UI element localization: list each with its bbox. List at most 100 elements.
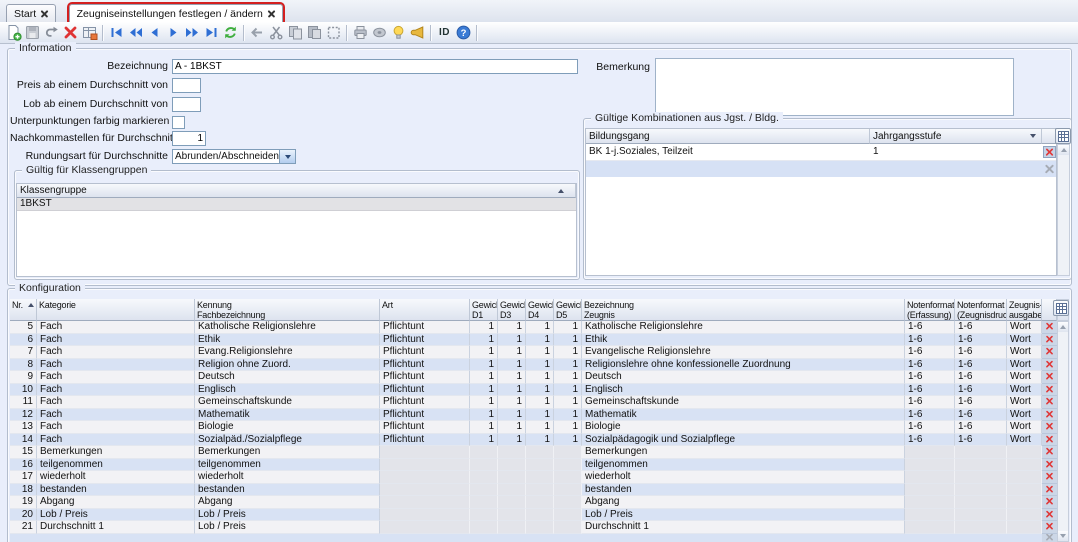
data-table-icon[interactable]	[80, 24, 99, 42]
delete-row-button[interactable]	[1042, 409, 1057, 422]
col-header-klassengruppe[interactable]: Klassengruppe	[17, 184, 576, 198]
table-row[interactable]: 16teilgenommenteilgenommenteilgenommen	[10, 459, 1057, 472]
table-row[interactable]: 14FachSozialpäd./SozialpflegePflichtunt1…	[10, 434, 1057, 447]
save-icon[interactable]	[23, 24, 42, 42]
delete-cell	[1042, 144, 1056, 160]
back-icon[interactable]	[248, 24, 267, 42]
table-row[interactable]: 13FachBiologiePflichtunt1111Biologie1-61…	[10, 421, 1057, 434]
delete-row-button[interactable]	[1042, 521, 1057, 534]
scroll-up-button[interactable]	[1058, 145, 1069, 155]
delete-row-button[interactable]	[1042, 446, 1057, 459]
table-row[interactable]: 7FachEvang.ReligionslehrePflichtunt1111E…	[10, 346, 1057, 359]
lob-input[interactable]	[172, 97, 201, 112]
paste-icon[interactable]	[305, 24, 324, 42]
go-next-icon[interactable]	[164, 24, 183, 42]
delete-row-button[interactable]	[1042, 484, 1057, 497]
close-icon[interactable]	[268, 10, 275, 17]
cell-art: Pflichtunt	[380, 359, 470, 372]
delete-record-icon[interactable]	[61, 24, 80, 42]
delete-row-button[interactable]	[1042, 471, 1057, 484]
table-row[interactable]: 10FachEnglischPflichtunt1111Englisch1-61…	[10, 384, 1057, 397]
col-header-nr[interactable]: Nr.	[10, 299, 37, 321]
scroll-up-button[interactable]	[1058, 322, 1068, 332]
col-header-d5[interactable]: GewichtD5	[554, 299, 582, 321]
kombinationen-scrollbar[interactable]	[1057, 144, 1070, 276]
bemerkung-textarea[interactable]	[655, 58, 1014, 116]
col-header-d4[interactable]: GewichtD4	[526, 299, 554, 321]
record-icon[interactable]	[370, 24, 389, 42]
go-previous-icon[interactable]	[145, 24, 164, 42]
col-header-kennung[interactable]: KennungFachbezeichnung	[195, 299, 380, 321]
table-row[interactable]: 1BKST	[17, 198, 576, 211]
scroll-down-button[interactable]	[1058, 531, 1068, 541]
col-header-nf_druck[interactable]: Notenformat(Zeugnisdruck)	[955, 299, 1007, 321]
tab-start[interactable]: Start	[6, 4, 56, 22]
table-row-empty[interactable]	[10, 534, 1057, 542]
delete-row-button[interactable]	[1042, 346, 1057, 359]
dropdown-button[interactable]	[279, 150, 295, 163]
preis-input[interactable]	[172, 78, 201, 93]
delete-row-button[interactable]	[1042, 359, 1057, 372]
print-icon[interactable]	[351, 24, 370, 42]
table-row[interactable]: 21Durchschnitt 1Lob / PreisDurchschnitt …	[10, 521, 1057, 534]
table-row[interactable]: 20Lob / PreisLob / PreisLob / Preis	[10, 509, 1057, 522]
cell-d5: 1	[554, 371, 582, 384]
delete-row-button[interactable]	[1042, 384, 1057, 397]
notification-icon[interactable]	[408, 24, 427, 42]
delete-row-button[interactable]	[1042, 396, 1057, 409]
close-icon[interactable]	[41, 10, 48, 17]
undo-icon[interactable]	[42, 24, 61, 42]
delete-row-button[interactable]	[1042, 434, 1057, 447]
delete-row-button[interactable]	[1042, 371, 1057, 384]
copy-icon[interactable]	[286, 24, 305, 42]
cut-icon[interactable]	[267, 24, 286, 42]
help-icon[interactable]: ?	[454, 24, 473, 42]
table-row[interactable]: 8FachReligion ohne Zuord.Pflichtunt1111R…	[10, 359, 1057, 372]
table-row[interactable]: 9FachDeutschPflichtunt1111Deutsch1-61-6W…	[10, 371, 1057, 384]
table-row[interactable]: 6FachEthikPflichtunt1111Ethik1-61-6Wort	[10, 334, 1057, 347]
refresh-icon[interactable]	[221, 24, 240, 42]
delete-row-button[interactable]	[1042, 421, 1057, 434]
go-fast-back-icon[interactable]	[126, 24, 145, 42]
col-header-d3[interactable]: GewichtD3	[498, 299, 526, 321]
table-row[interactable]: 15BemerkungenBemerkungenBemerkungen	[10, 446, 1057, 459]
delete-row-button[interactable]	[1042, 321, 1057, 334]
id-button[interactable]: ID	[435, 24, 454, 42]
table-row[interactable]: 12FachMathematikPflichtunt1111Mathematik…	[10, 409, 1057, 422]
col-header-bildungsgang[interactable]: Bildungsgang	[586, 129, 870, 144]
konfiguration-scrollbar[interactable]	[1057, 321, 1069, 542]
col-header-nf_erfassung[interactable]: Notenformat(Erfassung)	[905, 299, 955, 321]
table-row[interactable]: 5FachKatholische ReligionslehrePflichtun…	[10, 321, 1057, 334]
go-first-icon[interactable]	[107, 24, 126, 42]
delete-row-button[interactable]	[1042, 496, 1057, 509]
col-header-jahrgangsstufe[interactable]: Jahrgangsstufe	[870, 129, 1042, 144]
table-row-empty[interactable]	[586, 161, 1056, 177]
select-icon[interactable]	[324, 24, 343, 42]
bezeichnung-input[interactable]	[172, 59, 578, 74]
delete-row-button[interactable]	[1042, 509, 1057, 522]
hint-icon[interactable]	[389, 24, 408, 42]
col-header-art[interactable]: Art	[380, 299, 470, 321]
cell-d4	[526, 446, 554, 459]
col-header-ausgabe[interactable]: Zeugnis-ausgabe	[1007, 299, 1042, 321]
col-header-kategorie[interactable]: Kategorie	[37, 299, 195, 321]
kombinationen-table-config-button[interactable]	[1055, 128, 1071, 144]
delete-row-button[interactable]	[1043, 146, 1056, 158]
new-record-icon[interactable]	[4, 24, 23, 42]
table-row[interactable]: 19AbgangAbgangAbgang	[10, 496, 1057, 509]
table-row[interactable]: 17wiederholtwiederholtwiederholt	[10, 471, 1057, 484]
col-header-d1[interactable]: GewichtD1	[470, 299, 498, 321]
table-row[interactable]: 18bestandenbestandenbestanden	[10, 484, 1057, 497]
table-row[interactable]: BK 1-j.Soziales, Teilzeit 1	[586, 144, 1056, 161]
nachkommastellen-input[interactable]	[172, 131, 206, 146]
tab-zeugniseinstellungen[interactable]: Zeugniseinstellungen festlegen / ändern	[69, 4, 283, 22]
rundungsart-select[interactable]: Abrunden/Abschneiden	[172, 149, 296, 164]
unterpunktungen-checkbox[interactable]	[172, 116, 185, 129]
konfiguration-table-config-button[interactable]	[1053, 300, 1069, 316]
delete-row-button[interactable]	[1042, 334, 1057, 347]
go-fast-forward-icon[interactable]	[183, 24, 202, 42]
table-row[interactable]: 11FachGemeinschaftskundePflichtunt1111Ge…	[10, 396, 1057, 409]
go-last-icon[interactable]	[202, 24, 221, 42]
delete-row-button[interactable]	[1042, 459, 1057, 472]
col-header-bezeichnung[interactable]: BezeichnungZeugnis	[582, 299, 905, 321]
